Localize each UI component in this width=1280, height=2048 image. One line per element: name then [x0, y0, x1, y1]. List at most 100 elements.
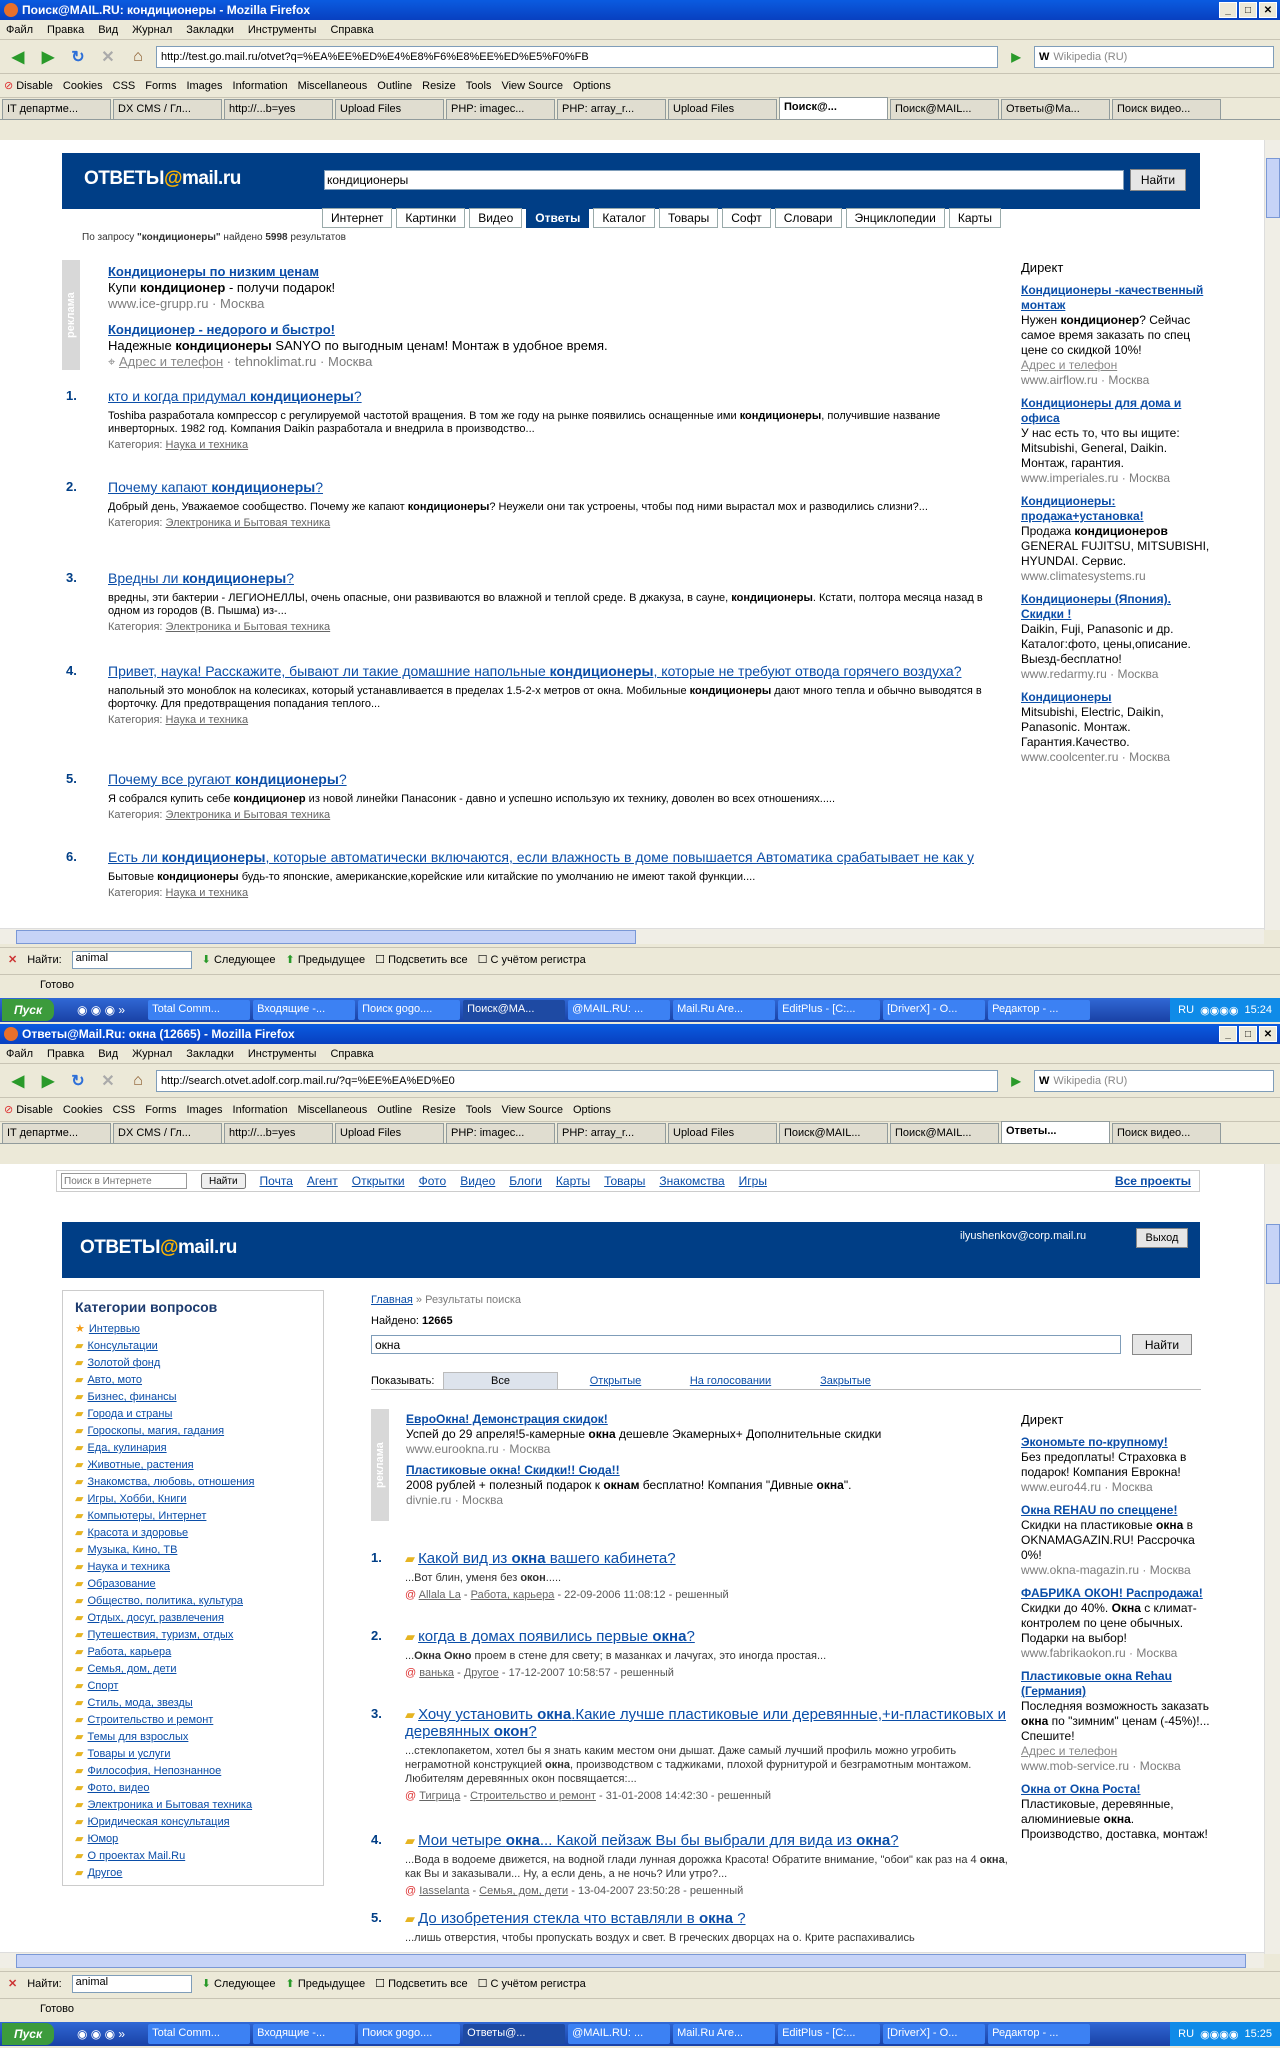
portal-search-button[interactable]: Найти [201, 1173, 246, 1189]
browser-tab-active[interactable]: Ответы... [1001, 1121, 1110, 1143]
vertical-scrollbar[interactable] [1264, 1164, 1280, 1954]
browser-tab-active[interactable]: Поиск@... [779, 97, 888, 119]
result-question-link[interactable]: Есть ли кондиционеры, которые автоматиче… [108, 849, 974, 865]
browser-tab[interactable]: http://...b=yes [224, 1123, 333, 1143]
category-item[interactable]: ▰ Золотой фонд [75, 1355, 311, 1372]
browser-tab[interactable]: Поиск видео... [1112, 1123, 1221, 1143]
taskbar-item[interactable]: @MAIL.RU: ... [568, 1000, 671, 1020]
browser-tab[interactable]: Ответы@Ма... [1001, 99, 1110, 119]
direct-ad-title[interactable]: Окна от Окна Роста! [1021, 1782, 1141, 1796]
category-link[interactable]: Знакомства, любовь, отношения [87, 1476, 254, 1488]
devbar-disable[interactable]: ⊘ Disable [4, 79, 53, 93]
category-item[interactable]: ▰ Темы для взрослых [75, 1729, 311, 1746]
taskbar-item[interactable]: @MAIL.RU: ... [568, 2024, 671, 2044]
stop-icon[interactable]: ✕ [96, 1069, 120, 1093]
category-link[interactable]: Другое [87, 1867, 122, 1879]
browser-tab[interactable]: IT департме... [2, 99, 111, 119]
category-link[interactable]: Еда, кулинария [87, 1442, 166, 1454]
devbar-options[interactable]: Options [573, 80, 611, 92]
close-find-icon[interactable]: ✕ [8, 1977, 17, 1990]
filter-voting[interactable]: На голосовании [673, 1373, 788, 1389]
result-question-link[interactable]: Мои четыре окна... Какой пейзаж Вы бы вы… [418, 1832, 899, 1849]
category-item[interactable]: ▰ Гороскопы, магия, гадания [75, 1423, 311, 1440]
browser-tab[interactable]: Поиск видео... [1112, 99, 1221, 119]
category-item[interactable]: ▰ О проектах Mail.Ru [75, 1848, 311, 1865]
direct-ad-title[interactable]: Кондиционеры для дома и офиса [1021, 396, 1181, 425]
ad-title[interactable]: Кондиционер - недорого и быстро! [108, 322, 335, 337]
taskbar-item-active[interactable]: Ответы@... [463, 2024, 566, 2044]
direct-ad-title[interactable]: Кондиционеры [1021, 690, 1111, 704]
category-item[interactable]: ▰ Образование [75, 1576, 311, 1593]
browser-tab[interactable]: PHP: imagec... [446, 1123, 555, 1143]
result-question-link[interactable]: Почему капают кондиционеры? [108, 479, 323, 495]
category-item[interactable]: ▰ Товары и услуги [75, 1746, 311, 1763]
taskbar-item[interactable]: Редактор - ... [988, 2024, 1091, 2044]
filter-all[interactable]: Все [443, 1372, 558, 1389]
category-item[interactable]: ▰ Юридическая консультация [75, 1814, 311, 1831]
category-link[interactable]: Философия, Непознанное [87, 1765, 221, 1777]
back-arrow-icon[interactable]: ◀ [6, 1069, 30, 1093]
category-item[interactable]: ▰ Философия, Непознанное [75, 1763, 311, 1780]
category-item[interactable]: ▰ Бизнес, финансы [75, 1389, 311, 1406]
close-button[interactable]: ✕ [1259, 2, 1277, 18]
devbar-forms[interactable]: Forms [145, 1104, 176, 1116]
portal-link-cards[interactable]: Открытки [352, 1174, 405, 1188]
home-icon[interactable]: ⌂ [126, 45, 150, 69]
menu-history[interactable]: Журнал [132, 1048, 172, 1060]
devbar-view-source[interactable]: View Source [501, 80, 563, 92]
direct-ad-title[interactable]: Кондиционеры (Япония). Скидки ! [1021, 592, 1171, 621]
match-case-checkbox[interactable]: ☐ С учётом регистра [478, 953, 586, 966]
category-link[interactable]: Электроника и Бытовая техника [87, 1799, 252, 1811]
vertical-scrollbar[interactable] [1264, 140, 1280, 930]
browser-tab[interactable]: Upload Files [335, 1123, 444, 1143]
category-item[interactable]: ▰ Стиль, мода, звезды [75, 1695, 311, 1712]
find-input[interactable]: animal [71, 1974, 192, 1993]
browser-tab[interactable]: IT департме... [2, 1123, 111, 1143]
language-indicator[interactable]: RU [1178, 2028, 1194, 2040]
category-link[interactable]: Путешествия, туризм, отдых [87, 1629, 233, 1641]
result-category-link[interactable]: Наука и техника [166, 714, 249, 726]
category-item[interactable]: ▰ Семья, дом, дети [75, 1661, 311, 1678]
browser-tab[interactable]: DX CMS / Гл... [113, 99, 222, 119]
portal-link-photo[interactable]: Фото [419, 1174, 447, 1188]
tab-dictionaries[interactable]: Словари [774, 208, 842, 228]
result-question-link[interactable]: До изобретения стекла что вставляли в ок… [418, 1910, 745, 1927]
menu-view[interactable]: Вид [98, 1048, 118, 1060]
category-link[interactable]: Авто, мото [87, 1374, 142, 1386]
result-question-link[interactable]: Привет, наука! Расскажите, бывают ли так… [108, 663, 962, 679]
scrollbar-thumb[interactable] [1266, 158, 1280, 218]
devbar-images[interactable]: Images [186, 1104, 222, 1116]
scrollbar-thumb[interactable] [16, 930, 636, 944]
category-link[interactable]: Бизнес, финансы [87, 1391, 176, 1403]
category-item[interactable]: ▰ Консультации [75, 1338, 311, 1355]
portal-link-games[interactable]: Игры [739, 1174, 767, 1188]
find-previous-button[interactable]: ⬆ Предыдущее [286, 953, 366, 966]
horizontal-scrollbar[interactable] [0, 928, 1264, 944]
result-category-link[interactable]: Электроника и Бытовая техника [166, 809, 331, 821]
category-link[interactable]: Красота и здоровье [87, 1527, 188, 1539]
back-arrow-icon[interactable]: ◀ [6, 45, 30, 69]
start-button[interactable]: Пуск [2, 2023, 54, 2045]
ad-address-link[interactable]: Адрес и телефон [119, 354, 223, 369]
devbar-tools[interactable]: Tools [466, 1104, 492, 1116]
category-link[interactable]: Фото, видео [87, 1782, 149, 1794]
category-link[interactable]: Стиль, мода, звезды [87, 1697, 192, 1709]
category-item[interactable]: ▰ Спорт [75, 1678, 311, 1695]
category-link[interactable]: О проектах Mail.Ru [87, 1850, 185, 1862]
find-next-button[interactable]: ⬇ Следующее [202, 1977, 276, 1990]
result-question-link[interactable]: Какой вид из окна вашего кабинета? [418, 1550, 676, 1567]
taskbar-item-active[interactable]: Поиск@MA... [463, 1000, 566, 1020]
logout-button[interactable]: Выход [1136, 1228, 1188, 1248]
go-icon[interactable]: ▶ [1004, 45, 1028, 69]
reload-icon[interactable]: ↻ [66, 1069, 90, 1093]
category-item[interactable]: ▰ Животные, растения [75, 1457, 311, 1474]
result-category-link[interactable]: Наука и техника [166, 887, 249, 899]
start-button[interactable]: Пуск [2, 999, 54, 1021]
category-link[interactable]: Общество, политика, культура [87, 1595, 243, 1607]
browser-tab[interactable]: Upload Files [668, 1123, 777, 1143]
url-bar[interactable]: http://test.go.mail.ru/otvet?q=%EA%EE%ED… [156, 45, 998, 68]
category-link[interactable]: Животные, растения [87, 1459, 193, 1471]
otvety-logo[interactable]: ОТВЕТЫ@mail.ru [84, 168, 241, 190]
devbar-forms[interactable]: Forms [145, 80, 176, 92]
category-link[interactable]: Золотой фонд [87, 1357, 160, 1369]
